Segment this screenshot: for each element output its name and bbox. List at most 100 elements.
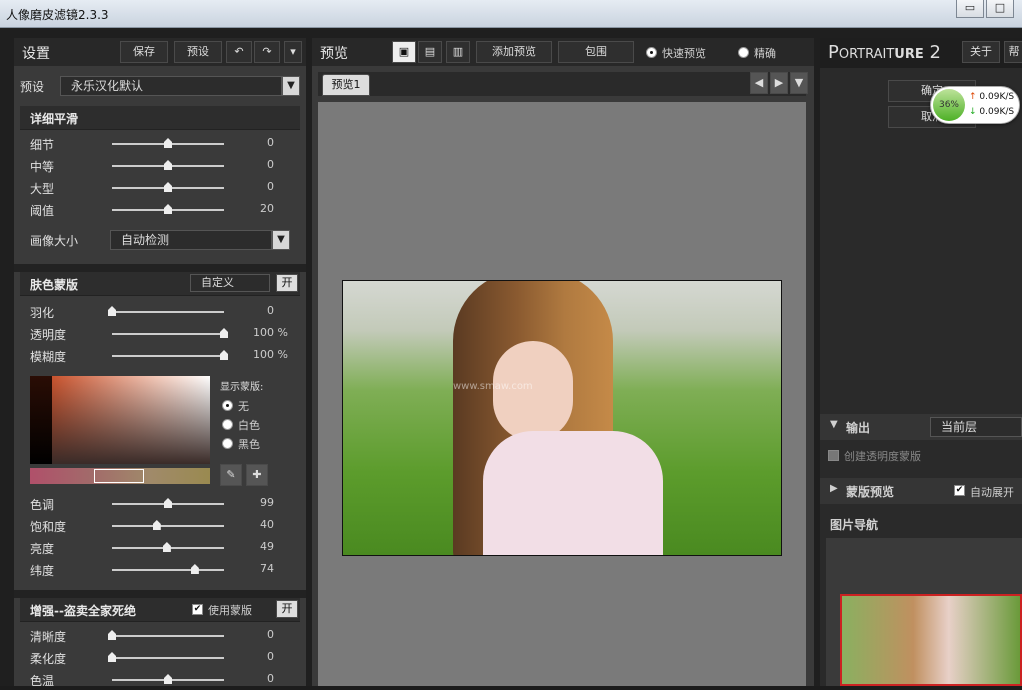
mask-radio-black[interactable] — [222, 438, 233, 449]
slider-label: 阈值 — [30, 204, 55, 218]
slider-track[interactable] — [108, 630, 224, 640]
minimize-button[interactable]: ▭ — [956, 0, 984, 18]
slider-track[interactable] — [112, 542, 224, 552]
auto-expand-label: 自动展开 — [970, 486, 1014, 499]
slider-thumb[interactable] — [190, 564, 199, 574]
chevron-down-icon[interactable]: ▼ — [282, 76, 300, 96]
slider-thumb[interactable] — [164, 674, 172, 684]
skin-mask-header[interactable]: 肤色蒙版 自定义 开 — [20, 272, 300, 296]
eyedropper-icon[interactable]: ✎ — [220, 464, 242, 486]
navigator[interactable] — [826, 538, 1022, 686]
slider-track[interactable] — [112, 204, 224, 214]
navigator-thumbnail[interactable] — [840, 594, 1022, 686]
single-view-icon[interactable]: ▣ — [392, 41, 416, 63]
slider-label: 羽化 — [30, 306, 55, 320]
tab-preview1[interactable]: 预览1 — [322, 74, 370, 96]
save-button[interactable]: 保存 — [120, 41, 168, 63]
transparent-mask-label: 创建透明度蒙版 — [844, 450, 921, 463]
slider-thumb[interactable] — [164, 204, 172, 214]
slider-row: 亮度 49 — [14, 538, 306, 558]
undo-icon[interactable]: ↶ — [226, 41, 252, 63]
slider-thumb[interactable] — [108, 306, 116, 316]
slider-thumb[interactable] — [164, 160, 172, 170]
chevron-right-icon[interactable]: ▶ — [770, 72, 788, 94]
slider-thumb[interactable] — [164, 498, 172, 508]
slider-thumb[interactable] — [164, 138, 172, 148]
redo-icon[interactable]: ↷ — [254, 41, 280, 63]
chevron-left-icon[interactable]: ◀ — [750, 72, 768, 94]
color-range-bar[interactable] — [30, 468, 210, 484]
mask-radio-none[interactable] — [222, 400, 233, 411]
auto-expand-checkbox[interactable]: ✔ — [954, 485, 965, 496]
slider-value: 100 — [253, 348, 274, 361]
preset-select[interactable]: 永乐汉化默认 — [60, 76, 282, 96]
help-button[interactable]: 帮 — [1004, 41, 1022, 63]
slider-row: 色温 0 — [14, 670, 306, 690]
slider-track[interactable] — [112, 182, 224, 192]
about-button[interactable]: 关于 — [962, 41, 1000, 63]
mask-radio-white[interactable] — [222, 419, 233, 430]
slider-thumb[interactable] — [220, 328, 228, 338]
preview-title: 预览 — [320, 46, 348, 62]
slider-label: 细节 — [30, 138, 55, 152]
fast-preview-radio[interactable] — [646, 47, 657, 58]
slider-track[interactable] — [112, 520, 224, 530]
transparent-mask-checkbox[interactable] — [828, 450, 839, 461]
eyedropper-plus-icon[interactable]: ✚ — [246, 464, 268, 486]
slider-thumb[interactable] — [152, 520, 161, 530]
output-header[interactable]: ▼ 输出 当前层 — [820, 414, 1022, 440]
slider-thumb[interactable] — [162, 542, 171, 552]
slider-track[interactable] — [108, 306, 224, 316]
slider-value: 0 — [267, 672, 274, 685]
slider-track[interactable] — [112, 564, 224, 574]
slider-value: 0 — [267, 136, 274, 149]
slider-value: 99 — [260, 496, 274, 509]
precise-radio[interactable] — [738, 47, 749, 58]
output-title: 输出 — [846, 421, 871, 435]
size-select[interactable]: 自动检测 — [110, 230, 272, 250]
navigator-title: 图片导航 — [830, 518, 879, 532]
mask-toggle-button[interactable]: 开 — [276, 274, 298, 292]
color-picker[interactable] — [30, 376, 210, 464]
hue-strip[interactable] — [30, 376, 52, 464]
slider-track[interactable] — [112, 138, 224, 148]
slider-thumb[interactable] — [220, 350, 228, 360]
slider-row: 细节 0 — [14, 134, 306, 154]
size-label: 画像大小 — [30, 234, 79, 248]
slider-thumb[interactable] — [108, 630, 116, 640]
wrap-button[interactable]: 包围 — [558, 41, 634, 63]
slider-label: 色温 — [30, 674, 55, 688]
slider-track[interactable] — [112, 160, 224, 170]
use-mask-checkbox[interactable]: ✔ — [192, 604, 203, 615]
preview-image[interactable]: www.smaw.com — [342, 280, 782, 556]
maximize-button[interactable]: □ — [986, 0, 1014, 18]
slider-row: 色调 99 — [14, 494, 306, 514]
slider-track[interactable] — [108, 652, 224, 662]
window-title: 人像磨皮滤镜2.3.3 — [6, 8, 109, 22]
chevron-down-icon[interactable]: ▼ — [790, 72, 808, 94]
slider-thumb[interactable] — [108, 652, 116, 662]
split-vertical-icon[interactable]: ▥ — [446, 41, 470, 63]
mask-preview-header[interactable]: ▶ 蒙版预览 ✔ 自动展开 — [820, 478, 1022, 504]
chevron-down-icon[interactable]: ▼ — [272, 230, 290, 250]
mask-mode-select[interactable]: 自定义 — [190, 274, 270, 292]
detail-section-header[interactable]: 详细平滑 — [20, 106, 300, 130]
preview-canvas[interactable]: www.smaw.com — [318, 102, 806, 686]
preset-button[interactable]: 预设 — [174, 41, 222, 63]
output-select[interactable]: 当前层 — [930, 417, 1022, 437]
net-down: 0.09K/S — [979, 107, 1015, 117]
slider-thumb[interactable] — [164, 182, 172, 192]
split-horizontal-icon[interactable]: ▤ — [418, 41, 442, 63]
brand-logo: PORTRAITURE 2 — [828, 42, 941, 63]
enhance-header[interactable]: 增强--盗卖全家死绝 ✔ 使用蒙版 开 — [20, 598, 300, 622]
skin-mask-title: 肤色蒙版 — [30, 278, 79, 292]
slider-value: 40 — [260, 518, 274, 531]
slider-track[interactable] — [112, 498, 224, 508]
slider-track[interactable] — [112, 350, 228, 360]
add-preview-button[interactable]: 添加预览 — [476, 41, 552, 63]
slider-track[interactable] — [112, 674, 224, 684]
slider-row: 羽化 0 — [14, 302, 306, 322]
enhance-toggle-button[interactable]: 开 — [276, 600, 298, 618]
menu-chevron-icon[interactable]: ▾ — [284, 41, 302, 63]
slider-track[interactable] — [112, 328, 228, 338]
